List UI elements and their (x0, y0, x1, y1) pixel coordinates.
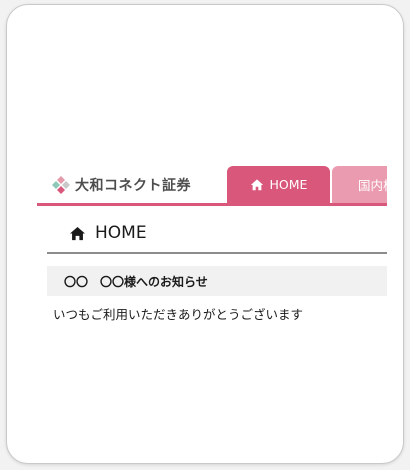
header-divider (37, 203, 387, 206)
page-title: HOME (69, 223, 147, 243)
tab-home-label: HOME (269, 177, 308, 192)
page-title-text: HOME (95, 223, 147, 243)
browser-card: 大和コネクト証券 HOME 国内株 HOME 〇〇 〇〇様へのお知らせ い (6, 4, 404, 464)
notice-header: 〇〇 〇〇様へのお知らせ (47, 266, 387, 296)
tab-domestic-stocks-label: 国内株 (358, 178, 387, 193)
notice-body: いつもご利用いただきありがとうございます (53, 307, 304, 322)
tab-home[interactable]: HOME (227, 166, 330, 203)
brand-name: 大和コネクト証券 (75, 178, 191, 194)
home-icon (250, 178, 263, 190)
diamond-logo-mark-icon (52, 176, 70, 194)
page-viewport: 大和コネクト証券 HOME 国内株 HOME 〇〇 〇〇様へのお知らせ い (37, 151, 387, 325)
title-divider (47, 252, 387, 254)
site-header: 大和コネクト証券 HOME 国内株 (37, 151, 387, 206)
notice-title: 〇〇 〇〇様へのお知らせ (64, 274, 208, 289)
brand-logo[interactable]: 大和コネクト証券 (51, 173, 191, 197)
tab-domestic-stocks[interactable]: 国内株 (332, 166, 387, 203)
home-icon (70, 226, 85, 240)
